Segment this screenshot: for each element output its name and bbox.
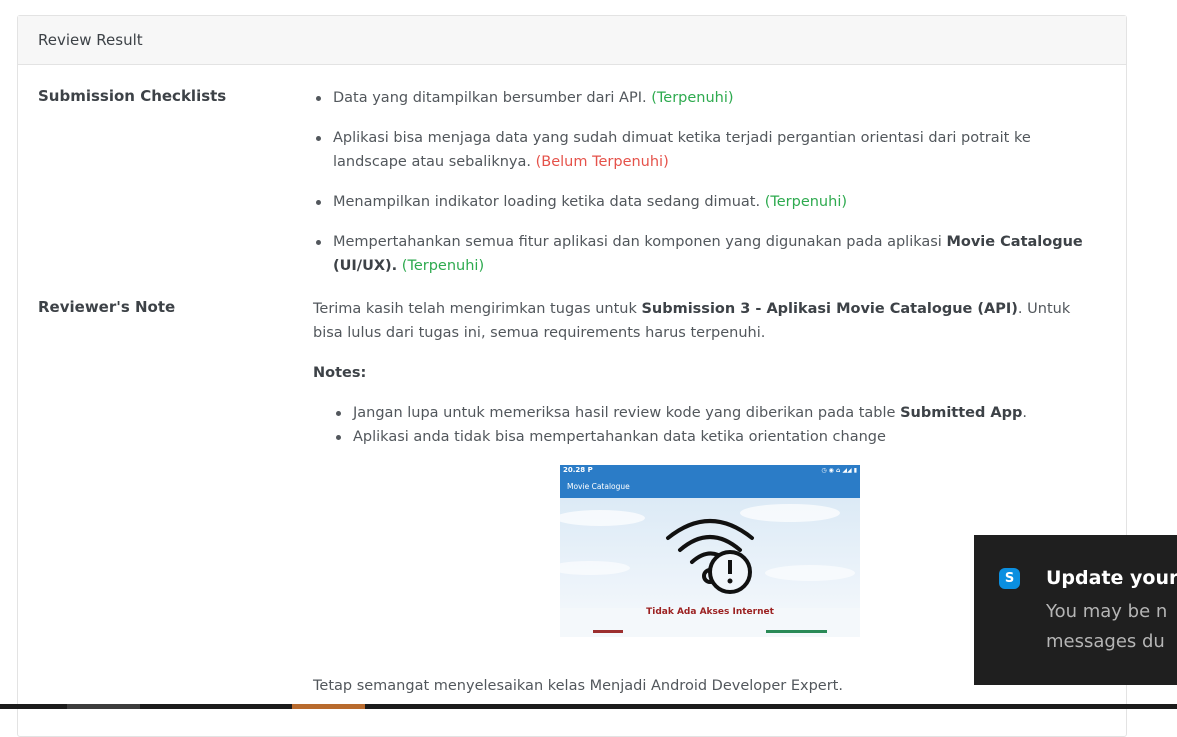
taskbar-strip	[0, 704, 1177, 709]
status-met: (Terpenuhi)	[764, 194, 848, 210]
checklist-item: Mempertahankan semua fitur aplikasi dan …	[313, 230, 1103, 278]
phone-app-bar: Movie Catalogue	[560, 476, 860, 498]
review-result-card: Review Result Submission Checklists Data…	[17, 15, 1127, 737]
retry-bar-red	[593, 630, 623, 633]
note-intro: Terima kasih telah mengirimkan tugas unt…	[313, 301, 1071, 341]
status-unmet: (Belum Terpenuhi)	[535, 154, 669, 170]
checklist: Data yang ditampilkan bersumber dari API…	[313, 86, 1103, 278]
status-met: (Terpenuhi)	[651, 90, 734, 106]
checklist-label: Submission Checklists	[38, 87, 227, 105]
taskbar-item[interactable]	[292, 704, 365, 709]
app-screenshot: 20.28 P ◷ ◉ ⌂ ◢◢ ▮ Movie Catalogue Tidak…	[560, 465, 860, 637]
toast-body: You may be n messages du	[1046, 601, 1168, 652]
skype-icon: S	[999, 568, 1020, 589]
submission-name: Submission 3 - Aplikasi Movie Catalogue …	[641, 301, 1018, 317]
checklist-item: Aplikasi bisa menjaga data yang sudah di…	[313, 126, 1103, 174]
no-internet-text: Tidak Ada Akses Internet	[646, 607, 774, 617]
phone-status-bar: 20.28 P ◷ ◉ ⌂ ◢◢ ▮	[560, 465, 860, 476]
skype-update-toast[interactable]: S Update your You may be n messages du	[974, 535, 1177, 685]
taskbar-item[interactable]	[67, 704, 140, 709]
checklist-item: Menampilkan indikator loading ketika dat…	[313, 190, 1103, 214]
submitted-app-ref: Submitted App	[900, 405, 1023, 421]
card-title: Review Result	[38, 31, 143, 49]
notes-list: Jangan lupa untuk memeriksa hasil review…	[313, 401, 1103, 449]
status-met: (Terpenuhi)	[401, 258, 485, 274]
note-item: Jangan lupa untuk memeriksa hasil review…	[333, 401, 1103, 425]
status-icons: ◷ ◉ ⌂ ◢◢ ▮	[821, 467, 857, 474]
reviewer-note-column: Terima kasih telah mengirimkan tugas unt…	[313, 297, 1103, 449]
no-wifi-icon	[666, 519, 754, 594]
retry-bar-green	[766, 630, 827, 633]
checklist-item: Data yang ditampilkan bersumber dari API…	[313, 86, 1103, 110]
notes-title: Notes:	[313, 365, 367, 381]
notification-icon: P	[587, 466, 593, 474]
note-item: Aplikasi anda tidak bisa mempertahankan …	[333, 425, 1103, 449]
checklist-column: Data yang ditampilkan bersumber dari API…	[313, 86, 1103, 294]
reviewer-note-label: Reviewer's Note	[38, 298, 176, 316]
toast-title: Update your	[1046, 567, 1177, 589]
card-header: Review Result	[18, 16, 1126, 65]
